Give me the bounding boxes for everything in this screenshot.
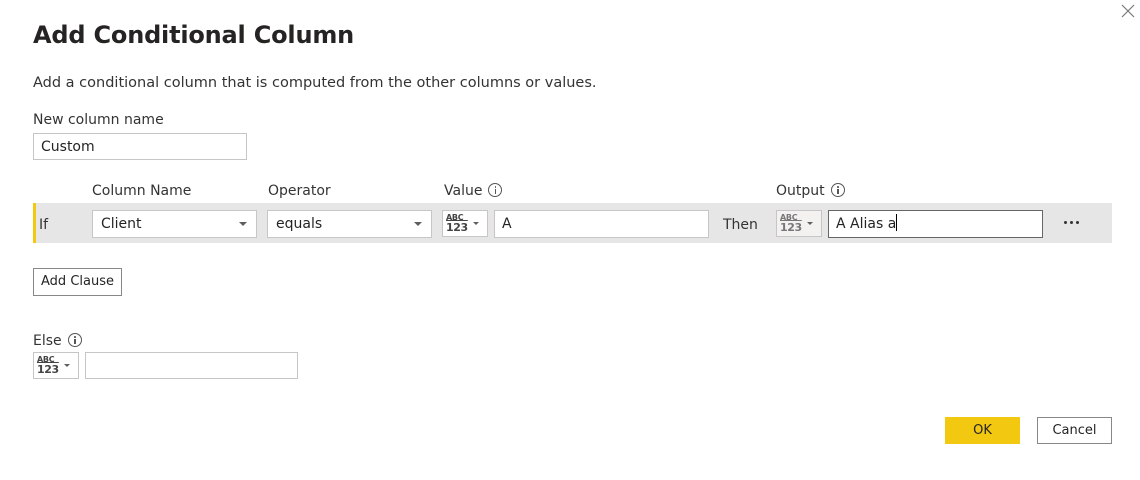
chevron-down-icon bbox=[473, 222, 479, 225]
if-label: If bbox=[39, 217, 49, 233]
chevron-down-icon bbox=[239, 222, 247, 226]
info-icon[interactable] bbox=[488, 183, 503, 197]
value-type-picker[interactable]: ABC 123 bbox=[442, 210, 488, 237]
else-value-input[interactable] bbox=[85, 352, 298, 379]
close-icon[interactable] bbox=[1120, 3, 1140, 23]
cancel-button[interactable]: Cancel bbox=[1037, 417, 1112, 444]
value-input[interactable] bbox=[494, 210, 709, 238]
cancel-label: Cancel bbox=[1052, 423, 1097, 438]
chevron-down-icon bbox=[807, 222, 813, 225]
info-icon[interactable] bbox=[67, 333, 82, 347]
clause-accent-bar bbox=[33, 203, 36, 243]
else-label: Else bbox=[33, 333, 62, 349]
add-clause-label: Add Clause bbox=[41, 274, 114, 289]
add-clause-button[interactable]: Add Clause bbox=[33, 268, 122, 296]
dialog-description: Add a conditional column that is compute… bbox=[33, 75, 597, 91]
new-column-name-input[interactable] bbox=[33, 133, 247, 160]
add-conditional-column-dialog: Add Conditional Column Add a conditional… bbox=[0, 0, 1140, 480]
output-type-picker[interactable]: ABC 123 bbox=[776, 210, 822, 237]
value-header: Value bbox=[444, 183, 503, 199]
else-type-picker[interactable]: ABC 123 bbox=[33, 352, 79, 379]
type-123-icon: 123 bbox=[37, 363, 59, 376]
else-label-row: Else bbox=[33, 333, 82, 349]
value-header-label: Value bbox=[444, 183, 483, 199]
column-name-header: Column Name bbox=[92, 183, 192, 199]
ok-label: OK bbox=[973, 423, 992, 438]
output-header: Output bbox=[776, 183, 845, 199]
column-name-selected: Client bbox=[101, 216, 142, 232]
operator-header: Operator bbox=[268, 183, 331, 199]
chevron-down-icon bbox=[64, 364, 70, 367]
output-input[interactable]: A Alias a bbox=[828, 210, 1043, 238]
more-options-icon[interactable] bbox=[1060, 212, 1084, 232]
output-input-value: A Alias a bbox=[836, 216, 897, 232]
dialog-title: Add Conditional Column bbox=[33, 21, 355, 49]
chevron-down-icon bbox=[414, 222, 422, 226]
text-cursor bbox=[896, 214, 898, 231]
then-label: Then bbox=[723, 217, 758, 233]
operator-dropdown[interactable]: equals bbox=[267, 210, 432, 238]
ok-button[interactable]: OK bbox=[945, 417, 1020, 444]
operator-selected: equals bbox=[276, 216, 323, 232]
output-header-label: Output bbox=[776, 183, 825, 199]
type-123-icon: 123 bbox=[446, 221, 468, 234]
type-123-icon: 123 bbox=[780, 221, 802, 234]
column-name-dropdown[interactable]: Client bbox=[92, 210, 257, 238]
new-column-name-label: New column name bbox=[33, 112, 164, 128]
info-icon[interactable] bbox=[830, 183, 845, 197]
